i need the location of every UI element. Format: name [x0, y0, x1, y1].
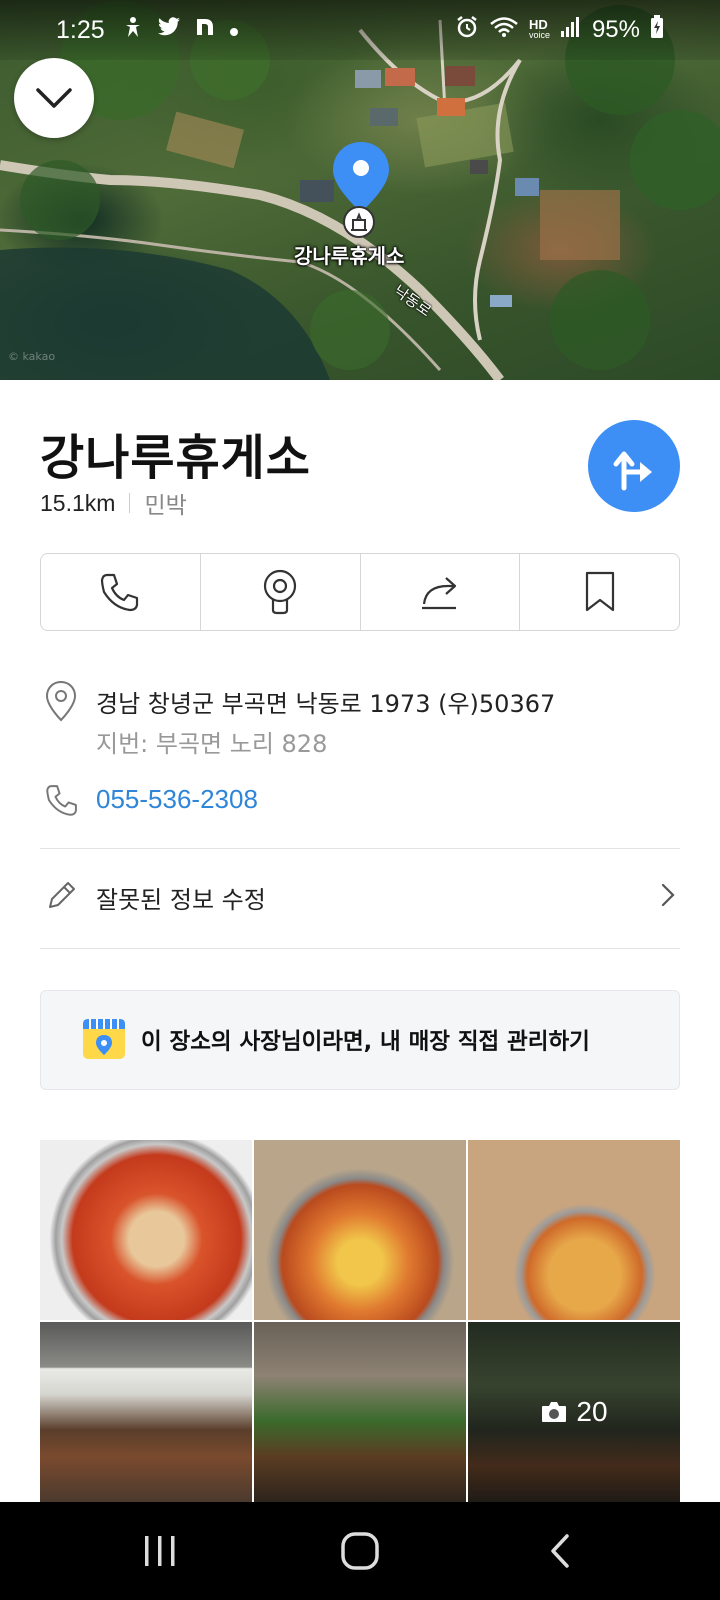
photo-thumbnail[interactable] [254, 1322, 466, 1502]
dot-icon [229, 18, 239, 43]
system-navigation-bar [0, 1502, 720, 1600]
bookmark-icon [585, 571, 614, 612]
voice-label: voice [528, 30, 550, 40]
share-button[interactable] [359, 554, 520, 630]
camera-icon [542, 1402, 567, 1422]
divider [40, 848, 680, 849]
owner-management-banner[interactable]: 이 장소의 사장님이라면, 내 매장 직접 관리하기 [40, 990, 680, 1090]
photo-grid: 20 [40, 1140, 680, 1502]
call-button[interactable] [41, 554, 200, 630]
phone-small-icon [44, 782, 80, 822]
wifi-icon [489, 16, 519, 45]
signal-icon [560, 16, 582, 45]
location-pin-icon [45, 680, 77, 726]
share-icon [421, 577, 456, 610]
photo-thumbnail[interactable] [254, 1140, 466, 1320]
recent-apps-button[interactable] [120, 1521, 200, 1581]
notification-icons [123, 16, 239, 44]
naver-icon [195, 17, 215, 43]
phone-icon [101, 573, 139, 612]
photo-thumbnail[interactable] [40, 1140, 252, 1320]
satellite-map[interactable]: 1:25 HD voice 95% 강나루휴게소 낙동로 © kakao [0, 0, 720, 380]
roadview-icon [264, 569, 297, 615]
place-category: 민박 [144, 493, 187, 519]
edit-info-row[interactable]: 잘못된 정보 수정 [40, 862, 680, 932]
collapse-map-button[interactable] [14, 58, 94, 138]
owner-banner-text: 이 장소의 사장님이라면, 내 매장 직접 관리하기 [141, 1029, 590, 1055]
back-button[interactable] [520, 1521, 600, 1581]
alarm-icon [455, 15, 479, 46]
action-bar [40, 553, 680, 631]
indicator-icons: HD voice 95% [455, 14, 664, 46]
store-icon [81, 1015, 127, 1065]
twitter-icon [157, 17, 181, 43]
place-distance: 15.1km [40, 489, 116, 516]
save-button[interactable] [519, 554, 679, 630]
divider [40, 948, 680, 949]
place-meta: 15.1km 민박 [40, 486, 187, 520]
address-text[interactable]: 경남 창녕군 부곡면 낙동로 1973 (우)50367 [96, 684, 555, 719]
phone-number-link[interactable]: 055-536-2308 [96, 784, 258, 815]
map-watermark: © kakao [8, 350, 56, 363]
hd-voice-icon: HD voice [528, 17, 550, 40]
recent-apps-icon [145, 1536, 175, 1566]
status-bar: 1:25 HD voice 95% [0, 0, 720, 60]
meta-separator [129, 493, 131, 513]
home-button[interactable] [320, 1521, 400, 1581]
status-time: 1:25 [56, 15, 105, 44]
roadview-button[interactable] [199, 554, 360, 630]
directions-icon [613, 451, 652, 491]
more-photos-thumbnail[interactable]: 20 [468, 1322, 680, 1502]
map-marker-icon[interactable] [331, 140, 391, 244]
home-icon [341, 1532, 379, 1570]
chevron-down-icon [36, 88, 72, 108]
hd-label: HD [528, 17, 548, 32]
pencil-icon [46, 879, 78, 915]
battery-percent: 95% [591, 16, 640, 43]
directions-button[interactable] [588, 420, 680, 512]
photo-count: 20 [576, 1396, 608, 1427]
photo-thumbnail[interactable] [468, 1140, 680, 1320]
jibun-address-text: 지번: 부곡면 노리 828 [96, 730, 328, 758]
chevron-right-icon [660, 882, 676, 912]
map-place-label: 강나루휴게소 [294, 244, 405, 268]
battery-icon [650, 14, 664, 46]
back-icon [551, 1534, 569, 1568]
place-name: 강나루휴게소 [40, 430, 311, 486]
accessibility-icon [123, 16, 143, 44]
more-photos-overlay: 20 [468, 1322, 680, 1502]
edit-info-label: 잘못된 정보 수정 [96, 885, 266, 914]
photo-thumbnail[interactable] [40, 1322, 252, 1502]
